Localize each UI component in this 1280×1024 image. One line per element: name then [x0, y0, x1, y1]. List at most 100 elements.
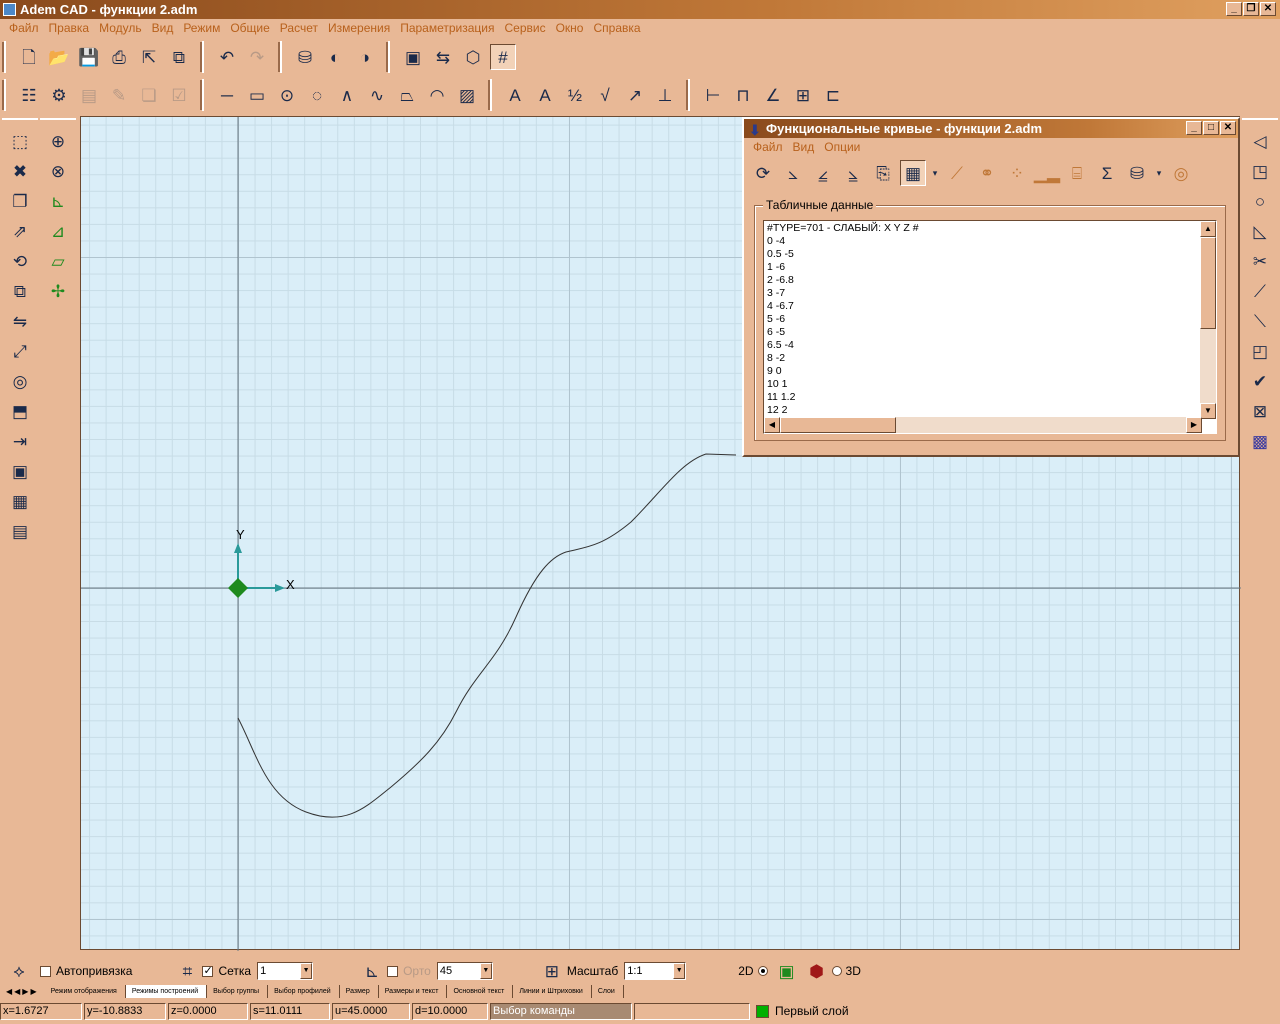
tab-group-select[interactable]: Выбор группы — [207, 984, 269, 998]
horizontal-scroll-thumb[interactable] — [780, 417, 896, 433]
layers-icon[interactable]: ⛁ — [292, 44, 318, 70]
leader-icon[interactable]: ↗ — [622, 82, 648, 108]
func-menu-view[interactable]: Вид — [788, 138, 820, 156]
move-icon[interactable]: ⇗ — [7, 218, 33, 244]
function-curves-window[interactable]: ⬇ Функциональные кривые - функции 2.adm … — [742, 117, 1240, 457]
hatch-icon[interactable]: ▨ — [454, 82, 480, 108]
checker-icon[interactable]: ▩ — [1247, 428, 1273, 454]
mirror-icon[interactable]: ⇋ — [7, 308, 33, 334]
dropdown-arrow-icon[interactable]: ▾ — [930, 160, 940, 186]
array-icon[interactable]: ⧉ — [7, 278, 33, 304]
menu-calculation[interactable]: Расчет — [275, 19, 323, 37]
sum-icon[interactable]: Σ — [1094, 160, 1120, 186]
save-all-icon[interactable]: ⧉ — [166, 44, 192, 70]
roughness-icon[interactable]: √ — [592, 82, 618, 108]
area-icon[interactable]: ⌸ — [1064, 160, 1090, 186]
dim-angle-icon[interactable]: ∠ — [760, 82, 786, 108]
spline-icon[interactable]: ∿ — [364, 82, 390, 108]
status-layer[interactable]: Первый слой — [775, 1004, 849, 1018]
scale-combo-arrow-icon[interactable]: ▼ — [673, 963, 686, 979]
select-icon[interactable]: ⬚ — [7, 128, 33, 154]
tab-construction-modes[interactable]: Режимы построений — [125, 984, 208, 998]
spiral-icon[interactable]: ◎ — [1168, 160, 1194, 186]
group-select-icon[interactable]: ⬒ — [7, 398, 33, 424]
close-button[interactable]: ✕ — [1260, 2, 1276, 16]
chamfer-icon[interactable]: ◺ — [1247, 218, 1273, 244]
scroll-left-icon[interactable]: ◀ — [764, 417, 780, 433]
datum-icon[interactable]: ⊥ — [652, 82, 678, 108]
corner-arc-icon[interactable]: ◳ — [1247, 158, 1273, 184]
view-2d-icon[interactable]: ▣ — [774, 958, 800, 984]
delete-icon[interactable]: ✖ — [7, 158, 33, 184]
snap-off-icon[interactable]: ⊗ — [45, 158, 71, 184]
scroll-up-icon[interactable]: ▲ — [1200, 221, 1216, 237]
save-icon[interactable]: 💾 — [76, 44, 102, 70]
curve-plot-1-icon[interactable]: ⦣ — [780, 160, 806, 186]
grid-snap-icon[interactable]: # — [490, 44, 516, 70]
stretch-icon[interactable]: ⇥ — [7, 428, 33, 454]
edit-shape-icon[interactable]: ◰ — [1247, 338, 1273, 364]
func-menu-file[interactable]: Файл — [748, 138, 788, 156]
green-plane-icon[interactable]: ▱ — [45, 248, 71, 274]
table-horizontal-scrollbar[interactable]: ◀ ▶ — [764, 417, 1202, 433]
hatch-edit-icon[interactable]: ⊠ — [1247, 398, 1273, 424]
scroll-right-icon[interactable]: ▶ — [1186, 417, 1202, 433]
doc-copy-icon[interactable]: ❏ — [136, 82, 162, 108]
break-icon[interactable]: ⟍ — [1247, 308, 1273, 334]
func-close-button[interactable]: ✕ — [1220, 121, 1236, 135]
grid-combo-arrow-icon[interactable]: ▼ — [300, 963, 313, 979]
dropdown-arrow-2-icon[interactable]: ▾ — [1154, 160, 1164, 186]
menu-mode[interactable]: Режим — [178, 19, 225, 37]
ortho-combo[interactable]: 45 ▼ — [436, 962, 493, 980]
layers-stack-icon[interactable]: ⛁ — [1124, 160, 1150, 186]
polygon-icon[interactable]: ⏢ — [394, 82, 420, 108]
green-tool-1-icon[interactable]: ⊾ — [45, 188, 71, 214]
grid-tool-icon[interactable]: ⌗ — [174, 958, 200, 984]
ortho-tool-icon[interactable]: ⊾ — [359, 958, 385, 984]
table-data-textarea[interactable]: #TYPE=701 - СЛАБЫЙ: X Y Z # 0 -4 0.5 -5 … — [763, 220, 1217, 434]
ortho-checkbox[interactable] — [387, 965, 399, 977]
curve-export-icon[interactable]: ⎘ — [870, 160, 896, 186]
dim-horizontal-icon[interactable]: ⊓ — [730, 82, 756, 108]
print-icon[interactable]: ⎙ — [106, 44, 132, 70]
scatter-icon[interactable]: ⁘ — [1004, 160, 1030, 186]
histogram-icon[interactable]: ▁▂ — [1034, 160, 1060, 186]
cut-icon[interactable]: ✂ — [1247, 248, 1273, 274]
view-3d-icon[interactable]: ⬢ — [804, 958, 830, 984]
line-icon[interactable]: ─ — [214, 82, 240, 108]
rectangle-icon[interactable]: ▭ — [244, 82, 270, 108]
pen-icon[interactable]: ◁ — [1247, 128, 1273, 154]
transfer-icon[interactable]: ⇆ — [430, 44, 456, 70]
menu-service[interactable]: Сервис — [500, 19, 551, 37]
rotate-icon[interactable]: ⟲ — [7, 248, 33, 274]
tab-dimensions-text[interactable]: Размеры и текст — [379, 984, 448, 998]
save-model-icon[interactable]: ▣ — [400, 44, 426, 70]
menu-edit[interactable]: Правка — [44, 19, 95, 37]
open-file-icon[interactable]: 📂 — [46, 44, 72, 70]
circle-tool-icon[interactable]: ○ — [1247, 188, 1273, 214]
fraction-icon[interactable]: ½ — [562, 82, 588, 108]
properties-icon[interactable]: ☷ — [16, 82, 42, 108]
tab-nav-arrows-icon[interactable]: ◀◀▶▶ — [0, 987, 45, 996]
table-data-icon[interactable]: ▦ — [900, 160, 926, 186]
mode-2d-radio[interactable] — [757, 966, 768, 976]
block-icon[interactable]: ▣ — [7, 458, 33, 484]
dim-check-icon[interactable]: ⊏ — [820, 82, 846, 108]
hide-icon[interactable]: ◑ — [352, 44, 378, 70]
table-icon[interactable]: ▦ — [7, 488, 33, 514]
tab-layers[interactable]: Слои — [592, 984, 624, 998]
doc-edit-icon[interactable]: ✎ — [106, 82, 132, 108]
menu-general[interactable]: Общие — [225, 19, 274, 37]
arc-center-icon[interactable]: ◌ — [304, 82, 330, 108]
undo-icon[interactable]: ↶ — [214, 44, 240, 70]
tab-dimension[interactable]: Размер — [340, 984, 379, 998]
grid-combo[interactable]: 1 ▼ — [257, 962, 314, 980]
scale-combo[interactable]: 1:1 ▼ — [624, 962, 687, 980]
copy-icon[interactable]: ❐ — [7, 188, 33, 214]
contour-icon[interactable]: ◠ — [424, 82, 450, 108]
approx-icon[interactable]: ⟋ — [944, 160, 970, 186]
menu-module[interactable]: Модуль — [94, 19, 147, 37]
curve-plot-3-icon[interactable]: ⦥ — [840, 160, 866, 186]
scale-tool-icon[interactable]: ⊞ — [539, 958, 565, 984]
green-pin-icon[interactable]: ✢ — [45, 278, 71, 304]
